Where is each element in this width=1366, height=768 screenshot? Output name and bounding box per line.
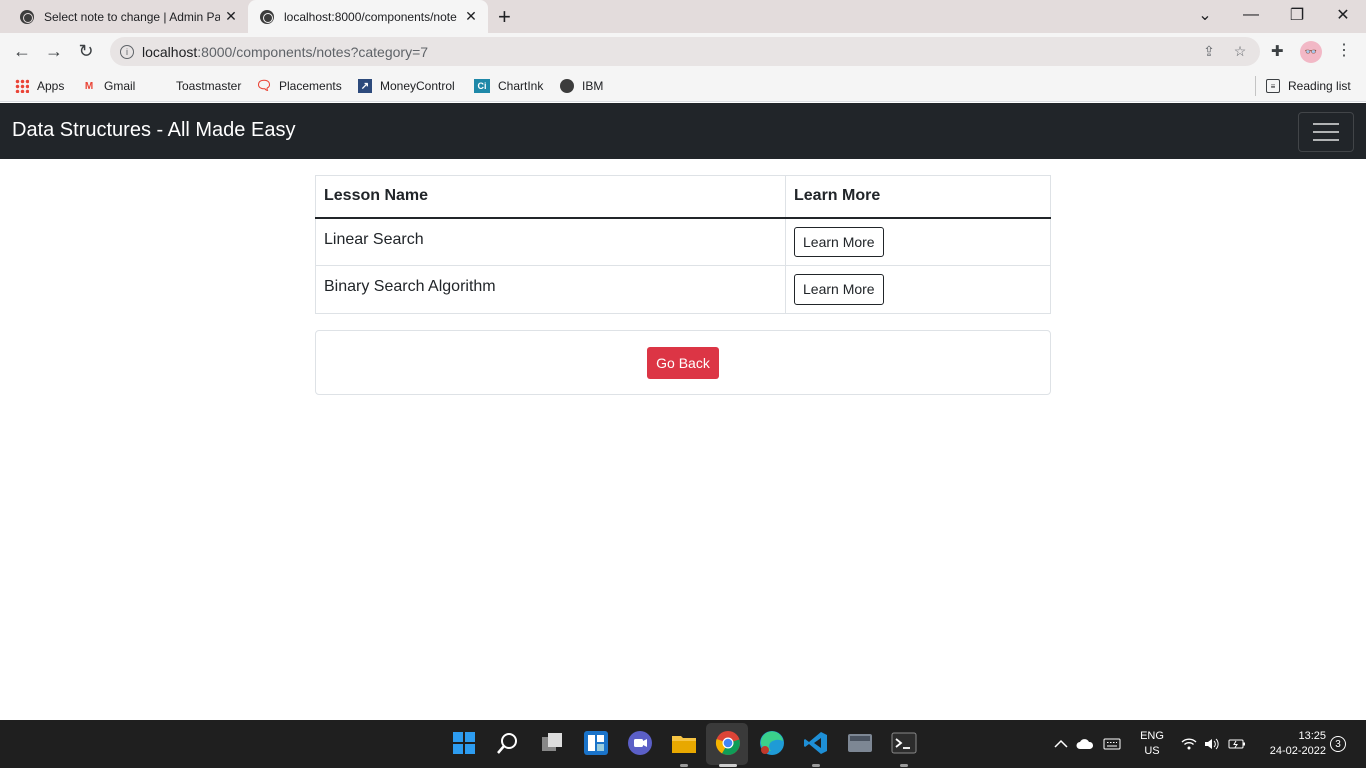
bookmark-placements[interactable]: 🗨 Placements xyxy=(255,77,342,95)
globe-icon xyxy=(20,9,34,24)
minimize-button[interactable]: — xyxy=(1228,0,1274,30)
edge-icon[interactable] xyxy=(759,730,785,756)
chrome-icon[interactable] xyxy=(715,730,741,756)
restore-button[interactable]: ❐ xyxy=(1274,0,1320,30)
bookmarks-bar: Apps M Gmail Toastmaster 🗨 Placements ↗ … xyxy=(0,71,1366,102)
bookmark-separator xyxy=(1255,76,1256,96)
battery-icon[interactable] xyxy=(1228,720,1246,768)
browser-toolbar: ← → ↻ i localhost:8000/components/notes?… xyxy=(0,33,1366,71)
bookmark-label: Toastmaster xyxy=(176,79,242,93)
new-tab-button[interactable]: + xyxy=(498,4,511,30)
go-back-button[interactable]: Go Back xyxy=(647,346,719,379)
bookmark-ibm[interactable]: IBM xyxy=(560,77,603,95)
browser-tab-strip: Select note to change | Admin Pa ✕ local… xyxy=(0,0,1366,33)
wifi-icon[interactable] xyxy=(1181,720,1197,768)
start-icon[interactable] xyxy=(451,730,477,756)
notification-badge[interactable]: 3 xyxy=(1330,736,1346,752)
bookmark-label: ChartInk xyxy=(498,79,544,93)
bookmark-label: Apps xyxy=(37,79,65,93)
bookmark-toastmaster[interactable]: Toastmaster xyxy=(176,77,241,95)
gmail-icon: M xyxy=(84,80,94,92)
tab-admin[interactable]: Select note to change | Admin Pa ✕ xyxy=(8,0,248,33)
site-navbar: Data Structures - All Made Easy xyxy=(0,103,1366,159)
sql-client-icon[interactable] xyxy=(847,730,873,756)
bookmark-apps[interactable]: Apps xyxy=(15,77,64,95)
hamburger-icon xyxy=(1313,123,1339,125)
navbar-brand[interactable]: Data Structures - All Made Easy xyxy=(12,119,295,142)
column-header-lesson-name: Lesson Name xyxy=(315,175,786,219)
reading-list-label: Reading list xyxy=(1288,79,1351,93)
lessons-table: Lesson Name Learn More Linear Search Lea… xyxy=(315,175,1051,315)
table-row: Binary Search Algorithm Learn More xyxy=(315,265,1051,315)
clock[interactable]: 13:25 24-02-2022 xyxy=(1256,729,1326,759)
language-indicator[interactable]: ENG US xyxy=(1138,729,1166,759)
extensions-icon[interactable]: ✚ xyxy=(1271,42,1284,60)
url-path: :8000/components/notes?category=7 xyxy=(197,43,429,60)
column-header-learn-more: Learn More xyxy=(785,175,1051,219)
running-indicator xyxy=(812,764,820,767)
search-icon[interactable] xyxy=(495,730,521,756)
tab-title: Select note to change | Admin Pa xyxy=(44,9,220,24)
tab-title: localhost:8000/components/note xyxy=(284,9,457,24)
lesson-name: Binary Search Algorithm xyxy=(315,265,786,315)
avatar[interactable]: 👓 xyxy=(1300,41,1322,63)
chat-icon[interactable] xyxy=(627,730,653,756)
bookmark-label: IBM xyxy=(582,79,604,93)
navbar-toggler-button[interactable] xyxy=(1298,112,1354,152)
bookmark-moneycontrol[interactable]: ↗ MoneyControl xyxy=(358,77,455,95)
keyboard-icon[interactable] xyxy=(1103,720,1121,768)
volume-icon[interactable] xyxy=(1204,720,1220,768)
vscode-icon[interactable] xyxy=(803,730,829,756)
moneycontrol-icon: ↗ xyxy=(358,79,372,93)
reading-list-button[interactable]: ≡ Reading list xyxy=(1266,77,1351,95)
star-icon[interactable]: ☆ xyxy=(1227,37,1253,66)
chartink-icon: Ci xyxy=(474,79,490,93)
file-explorer-icon[interactable] xyxy=(671,730,697,756)
widgets-icon[interactable] xyxy=(583,730,609,756)
menu-icon[interactable]: ⋮ xyxy=(1336,40,1352,60)
address-bar[interactable]: i localhost:8000/components/notes?catego… xyxy=(110,37,1260,66)
close-window-button[interactable]: ✕ xyxy=(1320,0,1366,30)
bookmark-gmail[interactable]: M Gmail xyxy=(82,77,136,95)
close-icon[interactable]: ✕ xyxy=(220,8,242,25)
globe-icon xyxy=(260,9,274,24)
running-indicator xyxy=(900,764,908,767)
terminal-icon[interactable] xyxy=(891,730,917,756)
apps-grid-icon xyxy=(15,79,29,93)
table-header-row: Lesson Name Learn More xyxy=(315,175,1051,219)
chat-bubble-icon: 🗨 xyxy=(255,78,273,93)
active-indicator xyxy=(719,764,737,767)
region-code: US xyxy=(1144,745,1160,757)
bookmark-label: Gmail xyxy=(104,79,136,93)
clock-time: 13:25 xyxy=(1298,730,1326,742)
go-back-card: Go Back xyxy=(315,330,1051,395)
language-code: ENG xyxy=(1140,730,1164,742)
running-indicator xyxy=(680,764,688,767)
learn-more-button[interactable]: Learn More xyxy=(794,226,884,258)
table-row: Linear Search Learn More xyxy=(315,216,1051,267)
close-icon[interactable]: ✕ xyxy=(460,8,482,25)
back-button[interactable]: ← xyxy=(8,37,36,65)
onedrive-icon[interactable] xyxy=(1076,720,1094,768)
lesson-name: Linear Search xyxy=(315,216,786,267)
reload-button[interactable]: ↻ xyxy=(72,37,100,65)
globe-icon xyxy=(560,79,574,93)
tab-notes[interactable]: localhost:8000/components/note ✕ xyxy=(248,0,488,33)
forward-button[interactable]: → xyxy=(40,37,68,65)
info-icon[interactable]: i xyxy=(120,44,134,59)
bookmark-label: MoneyControl xyxy=(380,79,455,93)
bookmark-chartink[interactable]: Ci ChartInk xyxy=(474,77,543,95)
share-icon[interactable]: ⇪ xyxy=(1196,37,1222,66)
reading-list-icon: ≡ xyxy=(1266,79,1280,93)
bookmark-label: Placements xyxy=(279,79,342,93)
learn-more-button[interactable]: Learn More xyxy=(794,274,884,306)
show-hidden-icons-button[interactable] xyxy=(1054,720,1068,768)
tab-search-icon[interactable]: ⌄ xyxy=(1182,0,1228,30)
url-host: localhost xyxy=(142,43,198,60)
clock-date: 24-02-2022 xyxy=(1269,745,1326,757)
task-view-icon[interactable] xyxy=(539,730,565,756)
windows-taskbar: ENG US 13:25 24-02-2022 3 xyxy=(0,720,1366,768)
